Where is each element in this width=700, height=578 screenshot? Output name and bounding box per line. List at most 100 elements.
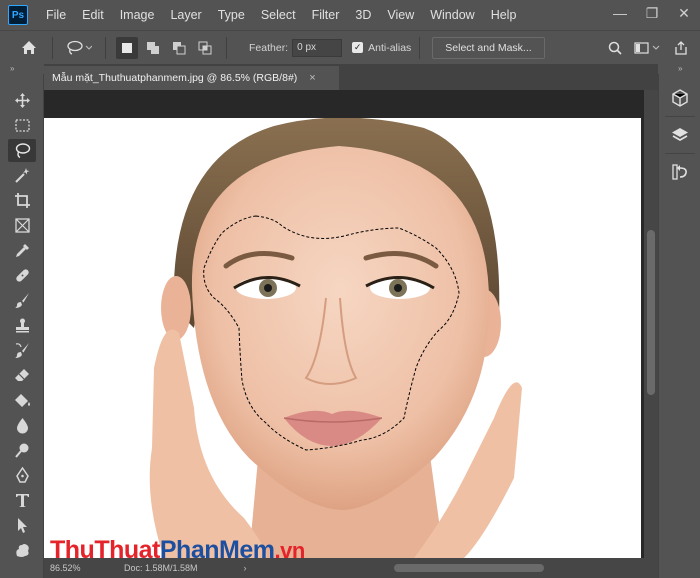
brush-icon	[14, 293, 29, 308]
options-right-group	[602, 31, 694, 65]
menu-window[interactable]: Window	[422, 0, 482, 30]
bucket-icon	[14, 394, 30, 407]
marquee-icon	[14, 119, 30, 132]
canvas-area[interactable]	[44, 90, 644, 558]
minimize-button[interactable]: —	[604, 0, 636, 26]
menu-3d[interactable]: 3D	[347, 0, 379, 30]
menu-edit[interactable]: Edit	[74, 0, 112, 30]
move-tool[interactable]	[0, 88, 44, 113]
frame-tool[interactable]	[0, 213, 44, 238]
search-button[interactable]	[602, 35, 628, 61]
options-bar: Feather: 0 px ✓ Anti-alias Select and Ma…	[0, 30, 700, 64]
marquee-tool[interactable]	[0, 113, 44, 138]
document-tab[interactable]: Mẫu mặt_Thuthuatphanmem.jpg @ 86.5% (RGB…	[44, 66, 339, 90]
antialias-checkbox[interactable]: ✓	[352, 42, 364, 53]
new-selection-button[interactable]	[116, 36, 138, 59]
workspace-button[interactable]	[628, 35, 668, 61]
vertical-scrollbar[interactable]	[644, 90, 658, 558]
clone-stamp-tool[interactable]	[0, 313, 44, 338]
right-panel-dock	[658, 74, 700, 578]
cube-icon	[672, 89, 688, 107]
history-brush-tool[interactable]	[0, 338, 44, 363]
eyedropper-icon	[15, 244, 29, 257]
tool-preset-picker[interactable]	[61, 35, 97, 61]
subtract-selection-icon	[173, 41, 186, 54]
brush-tool[interactable]	[0, 288, 44, 313]
healing-brush-tool[interactable]	[0, 263, 44, 288]
new-selection-icon	[122, 42, 132, 53]
left-panel-collapse[interactable]: »	[10, 64, 14, 74]
menu-select[interactable]: Select	[253, 0, 304, 30]
dodge-icon	[14, 443, 28, 458]
eyedropper-tool[interactable]	[0, 238, 44, 263]
home-button[interactable]	[14, 34, 44, 62]
divider	[105, 36, 106, 59]
search-icon	[608, 41, 622, 55]
watermark-part: Phan	[159, 536, 220, 564]
photoshop-window: Ps File Edit Image Layer Type Select Fil…	[0, 0, 700, 578]
intersect-selection-button[interactable]	[194, 37, 216, 59]
menu-layer[interactable]: Layer	[162, 0, 209, 30]
menu-bar: Ps File Edit Image Layer Type Select Fil…	[0, 0, 700, 30]
crop-tool[interactable]	[0, 188, 44, 213]
share-button[interactable]	[668, 35, 694, 61]
window-controls: — ❐ ✕	[604, 0, 700, 26]
history-icon	[672, 164, 687, 180]
custom-shape-tool[interactable]	[0, 538, 44, 563]
watermark-part: Thuat	[94, 536, 160, 564]
face-photo-illustration	[44, 118, 641, 558]
pen-tool[interactable]	[0, 463, 44, 488]
face-photo[interactable]	[44, 118, 641, 558]
dodge-tool[interactable]	[0, 438, 44, 463]
watermark-logo: ThuThuatPhanMem.vn	[50, 536, 305, 565]
menu-view[interactable]: View	[379, 0, 422, 30]
eraser-icon	[14, 369, 29, 381]
layers-icon	[672, 128, 688, 142]
layers-panel-button[interactable]	[659, 117, 700, 153]
document-tab-bar: Mẫu mặt_Thuthuatphanmem.jpg @ 86.5% (RGB…	[44, 64, 658, 90]
libraries-panel-button[interactable]	[659, 80, 700, 116]
maximize-button[interactable]: ❐	[636, 0, 668, 26]
frame-icon	[14, 218, 30, 233]
drop-icon	[16, 418, 28, 434]
bandage-icon	[15, 269, 29, 282]
move-icon	[14, 93, 30, 108]
photoshop-logo-icon: Ps	[8, 5, 28, 25]
share-icon	[675, 41, 687, 55]
eraser-tool[interactable]	[0, 363, 44, 388]
menu-file[interactable]: File	[38, 0, 74, 30]
menu-type[interactable]: Type	[210, 0, 253, 30]
intersect-selection-icon	[198, 41, 212, 54]
close-window-button[interactable]: ✕	[668, 0, 700, 26]
history-brush-icon	[14, 343, 29, 358]
horizontal-scroll-thumb[interactable]	[394, 564, 544, 572]
lasso-icon	[67, 40, 92, 55]
add-to-selection-button[interactable]	[142, 37, 164, 59]
lasso-tool[interactable]	[0, 138, 44, 163]
magic-wand-tool[interactable]	[0, 163, 44, 188]
divider	[419, 36, 421, 59]
arrow-icon	[17, 518, 27, 533]
shape-icon	[15, 544, 29, 557]
path-selection-tool[interactable]	[0, 513, 44, 538]
add-selection-icon	[147, 41, 159, 54]
lasso-icon	[15, 143, 30, 159]
feather-input[interactable]: 0 px	[292, 38, 343, 57]
type-icon	[15, 494, 29, 507]
menu-filter[interactable]: Filter	[304, 0, 348, 30]
blur-tool[interactable]	[0, 413, 44, 438]
close-document-icon[interactable]: ×	[309, 72, 315, 84]
select-and-mask-button[interactable]: Select and Mask...	[432, 36, 545, 59]
menu-help[interactable]: Help	[483, 0, 525, 30]
vertical-scroll-thumb[interactable]	[647, 230, 655, 395]
divider	[226, 36, 227, 59]
type-tool[interactable]	[0, 488, 44, 513]
history-panel-button[interactable]	[659, 154, 700, 190]
tools-panel	[0, 74, 44, 578]
subtract-from-selection-button[interactable]	[168, 37, 190, 59]
paint-bucket-tool[interactable]	[0, 388, 44, 413]
watermark-part: Thu	[50, 536, 95, 564]
right-panel-collapse[interactable]: »	[678, 64, 682, 74]
antialias-label: Anti-alias	[368, 41, 412, 54]
menu-image[interactable]: Image	[112, 0, 163, 30]
